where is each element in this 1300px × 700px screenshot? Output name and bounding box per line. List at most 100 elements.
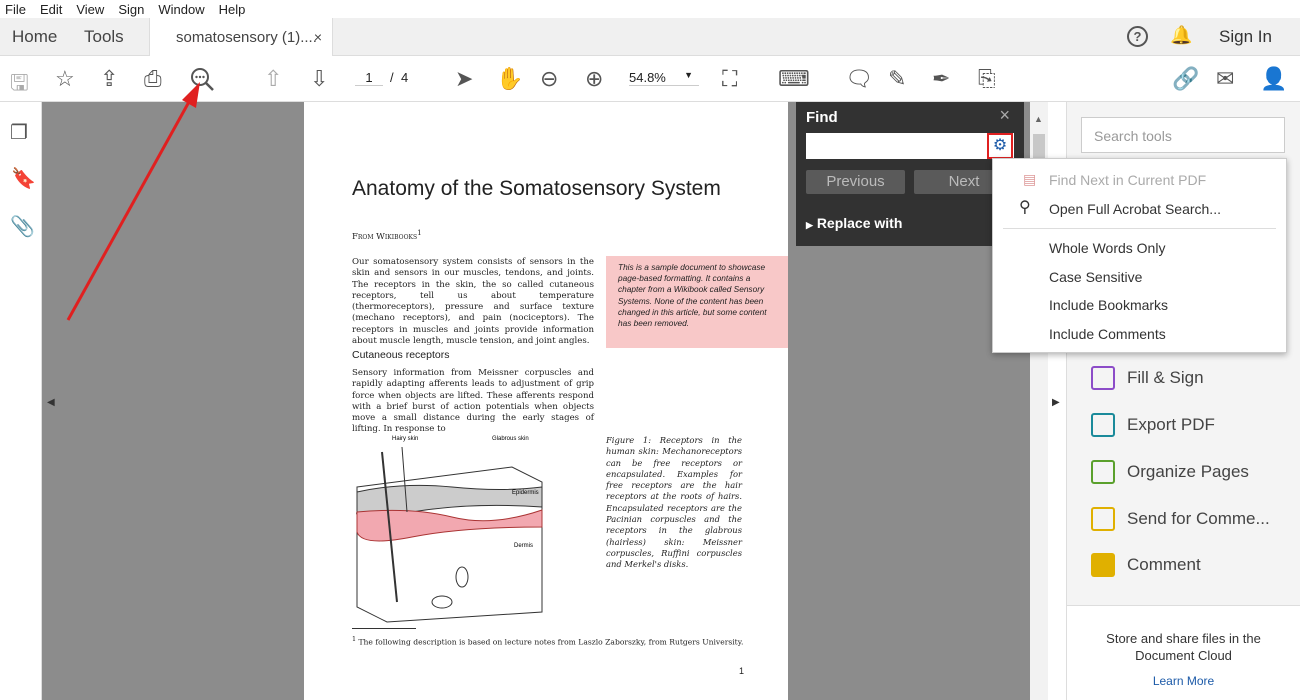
tool-label: Organize Pages (1127, 462, 1249, 481)
label-glabrous-skin: Glabrous skin (492, 436, 529, 442)
sample-note: This is a sample document to showcase pa… (606, 256, 788, 348)
tab-document-label: somatosensory (1).... (176, 28, 317, 46)
fit-page-icon[interactable]: ⛶ (722, 66, 737, 92)
previous-page-icon[interactable]: ⇧ (264, 66, 282, 92)
tool-organize-pages[interactable]: Organize Pages (1091, 460, 1249, 484)
paragraph-intro: Our somatosensory system consists of sen… (352, 257, 594, 347)
label-hairy-skin: Hairy skin (392, 436, 418, 442)
find-close-icon[interactable]: × (999, 105, 1010, 126)
section-heading: Cutaneous receptors (352, 349, 450, 361)
page-number: 1 (739, 666, 745, 676)
footnote: 1 The following description is based on … (352, 636, 743, 647)
footnote-rule (352, 628, 416, 629)
menu-help[interactable]: Help (219, 2, 246, 17)
find-magnifier-icon[interactable] (190, 67, 216, 93)
email-icon[interactable]: ✉ (1216, 66, 1234, 92)
help-icon[interactable]: ? (1127, 26, 1148, 47)
menu-sign[interactable]: Sign (118, 2, 144, 17)
attachment-icon[interactable]: 📎 (10, 214, 35, 239)
zoom-in-icon[interactable]: ⊕ (585, 66, 603, 92)
learn-more-link[interactable]: Learn More (1067, 674, 1300, 688)
tool-label: Fill & Sign (1127, 368, 1204, 387)
find-settings-gear-icon[interactable]: ⚙ (987, 133, 1013, 159)
page-number-input[interactable]: 1 (355, 70, 383, 86)
replace-with-label: Replace with (816, 215, 903, 231)
skin-receptor-figure: Hairy skin Glabrous skin Epidermis Dermi… (356, 436, 543, 623)
cloud-text: Store and share files in the Document Cl… (1106, 631, 1261, 663)
menu-case-sensitive[interactable]: Case Sensitive (1049, 269, 1142, 285)
find-title: Find (806, 109, 838, 126)
zoom-out-icon[interactable]: ⊖ (540, 66, 558, 92)
menu-file[interactable]: File (5, 2, 26, 17)
share-link-icon[interactable]: 🔗 (1172, 66, 1199, 92)
organize-pages-icon (1091, 460, 1115, 484)
footnote-number: 1 (352, 636, 357, 643)
print-icon[interactable]: ⎙ (144, 66, 162, 92)
scroll-mode-icon[interactable]: ⌨ (778, 66, 810, 92)
expand-right-icon[interactable]: ▶ (1052, 397, 1060, 408)
edit-pdf-icon[interactable]: ⎘ (978, 66, 996, 92)
previous-button[interactable]: Previous (806, 170, 905, 194)
collapse-left-icon[interactable]: ◀ (47, 397, 55, 408)
tab-document[interactable]: somatosensory (1).... × (149, 18, 333, 56)
menu-include-bookmarks[interactable]: Include Bookmarks (1049, 297, 1168, 313)
search-tools-input[interactable]: Search tools (1081, 117, 1285, 153)
tool-comment[interactable]: Comment (1091, 553, 1201, 577)
cloud-promo: Store and share files in the Document Cl… (1067, 605, 1300, 700)
doc-source-text: From Wikibooks (352, 231, 418, 242)
menu-open-full-search[interactable]: Open Full Acrobat Search... (1049, 201, 1221, 217)
pdf-page: Anatomy of the Somatosensory System From… (304, 102, 788, 700)
menu-find-next[interactable]: Find Next in Current PDF (1049, 172, 1206, 188)
menu-bar: File Edit View Sign Window Help (0, 0, 1300, 18)
page-total: 4 (401, 70, 409, 85)
next-page-icon[interactable]: ⇩ (310, 66, 328, 92)
find-input[interactable] (806, 133, 1014, 159)
figure-caption: Figure 1: Receptors in the human skin: M… (606, 435, 742, 570)
zoom-select[interactable]: 54.8% ▼ (629, 70, 699, 86)
scroll-up-icon[interactable]: ▲ (1034, 114, 1043, 124)
find-options-menu: ▤ Find Next in Current PDF ⚲ Open Full A… (992, 158, 1287, 353)
select-cursor-icon[interactable]: ➤ (455, 66, 473, 92)
bookmark-star-icon[interactable]: ☆ (55, 66, 75, 92)
upload-cloud-icon[interactable]: ⇪ (100, 66, 118, 92)
pages-thumbnail-icon[interactable]: ❐ (10, 120, 28, 145)
replace-with-toggle[interactable]: ▶ Replace with (806, 215, 902, 231)
comment-tool-icon (1091, 553, 1115, 577)
label-dermis: Dermis (514, 543, 533, 549)
bell-icon[interactable]: 🔔 (1170, 25, 1192, 46)
paragraph-cutaneous: Sensory information from Meissner corpus… (352, 368, 594, 435)
hand-tool-icon[interactable]: ✋ (496, 66, 523, 92)
bookmark-icon[interactable]: 🔖 (11, 166, 36, 191)
menu-whole-words[interactable]: Whole Words Only (1049, 240, 1165, 256)
page-separator: / (390, 70, 394, 85)
highlight-pen-icon[interactable]: ✎ (888, 66, 906, 92)
sign-icon[interactable]: ✒ (932, 66, 950, 92)
sign-in-button[interactable]: Sign In (1219, 27, 1272, 47)
tab-tools[interactable]: Tools (84, 18, 124, 56)
fill-sign-icon (1091, 366, 1115, 390)
zoom-value: 54.8% (629, 70, 666, 85)
find-panel: Find × ⚙ Previous Next ▶ Replace with (796, 102, 1024, 246)
tool-fill-sign[interactable]: Fill & Sign (1091, 366, 1204, 390)
chevron-down-icon: ▼ (684, 70, 693, 80)
tool-export-pdf[interactable]: Export PDF (1091, 413, 1215, 437)
toolbar: 🖫 ☆ ⇪ ⎙ ⇧ ⇩ 1 / 4 ➤ ✋ ⊖ ⊕ 54.8% ▼ ⛶ ⌨ 🗨 ✎… (0, 56, 1300, 102)
expand-arrow-icon: ▶ (806, 220, 813, 230)
tab-bar: Home Tools somatosensory (1).... × ? 🔔 Si… (0, 18, 1300, 56)
menu-include-comments[interactable]: Include Comments (1049, 326, 1166, 342)
comment-icon[interactable]: 🗨 (845, 66, 873, 92)
footnote-mark: 1 (417, 228, 422, 237)
tool-label: Send for Comme... (1127, 509, 1270, 528)
menu-edit[interactable]: Edit (40, 2, 62, 17)
menu-divider (1003, 228, 1276, 229)
menu-view[interactable]: View (76, 2, 104, 17)
add-user-icon[interactable]: 👤 (1260, 66, 1287, 92)
doc-source: From Wikibooks1 (352, 228, 422, 242)
tool-send-for-comments[interactable]: Send for Comme... (1091, 507, 1270, 531)
close-tab-icon[interactable]: × (314, 29, 322, 45)
save-icon[interactable]: 🖫 (10, 66, 29, 104)
footnote-text: The following description is based on le… (358, 637, 744, 647)
doc-title: Anatomy of the Somatosensory System (352, 177, 721, 200)
tab-home[interactable]: Home (12, 18, 57, 56)
menu-window[interactable]: Window (158, 2, 204, 17)
